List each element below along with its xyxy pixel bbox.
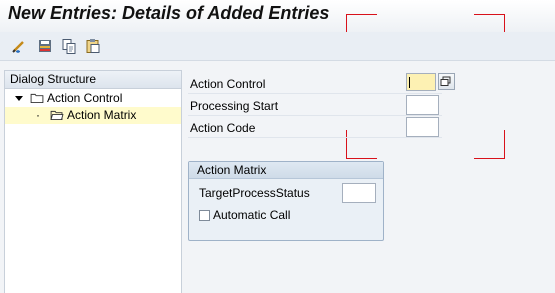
value-help-icon: [440, 76, 451, 86]
dialog-structure-heading: Dialog Structure: [5, 71, 181, 89]
tree-item-label: Action Matrix: [67, 108, 137, 122]
action-code-label: Action Code: [190, 121, 256, 135]
expand-arrow-icon[interactable]: [15, 96, 23, 101]
application-toolbar: [0, 32, 555, 61]
title-bar: New Entries: Details of Added Entries: [0, 0, 555, 32]
action-matrix-group: Action Matrix TargetProcessStatus Automa…: [188, 161, 384, 241]
page-title: New Entries: Details of Added Entries: [8, 3, 330, 23]
tree-item-action-control[interactable]: Action Control: [5, 90, 181, 107]
field-row-action-code: Action Code: [188, 117, 442, 138]
field-row-action-control: Action Control: [188, 73, 442, 94]
folder-icon: [30, 93, 44, 103]
processing-start-label: Processing Start: [190, 99, 279, 113]
action-control-label: Action Control: [190, 77, 266, 91]
target-process-status-label: TargetProcessStatus: [199, 186, 310, 200]
processing-start-input[interactable]: [406, 95, 439, 115]
tree-item-label: Action Control: [47, 91, 123, 105]
paste-icon[interactable]: [85, 38, 101, 54]
field-row-processing-start: Processing Start: [188, 95, 442, 116]
tree-bullet: ·: [36, 108, 40, 122]
folder-open-icon: [50, 110, 64, 120]
action-code-input[interactable]: [406, 117, 439, 137]
tree-item-action-matrix[interactable]: · Action Matrix: [5, 107, 181, 124]
action-control-input[interactable]: [406, 73, 436, 91]
action-matrix-heading: Action Matrix: [189, 162, 383, 179]
copy-icon[interactable]: [61, 38, 77, 54]
target-process-status-input[interactable]: [342, 183, 376, 203]
text-cursor: [409, 77, 410, 88]
automatic-call-label: Automatic Call: [213, 208, 291, 222]
value-help-button[interactable]: [438, 73, 455, 90]
dialog-structure-pane: Dialog Structure Action Control · Action…: [4, 70, 182, 293]
automatic-call-checkbox[interactable]: [199, 210, 210, 221]
save-variant-icon[interactable]: [37, 38, 53, 54]
corner-bracket-bottom-right: [474, 130, 505, 159]
edit-icon[interactable]: [11, 38, 27, 54]
